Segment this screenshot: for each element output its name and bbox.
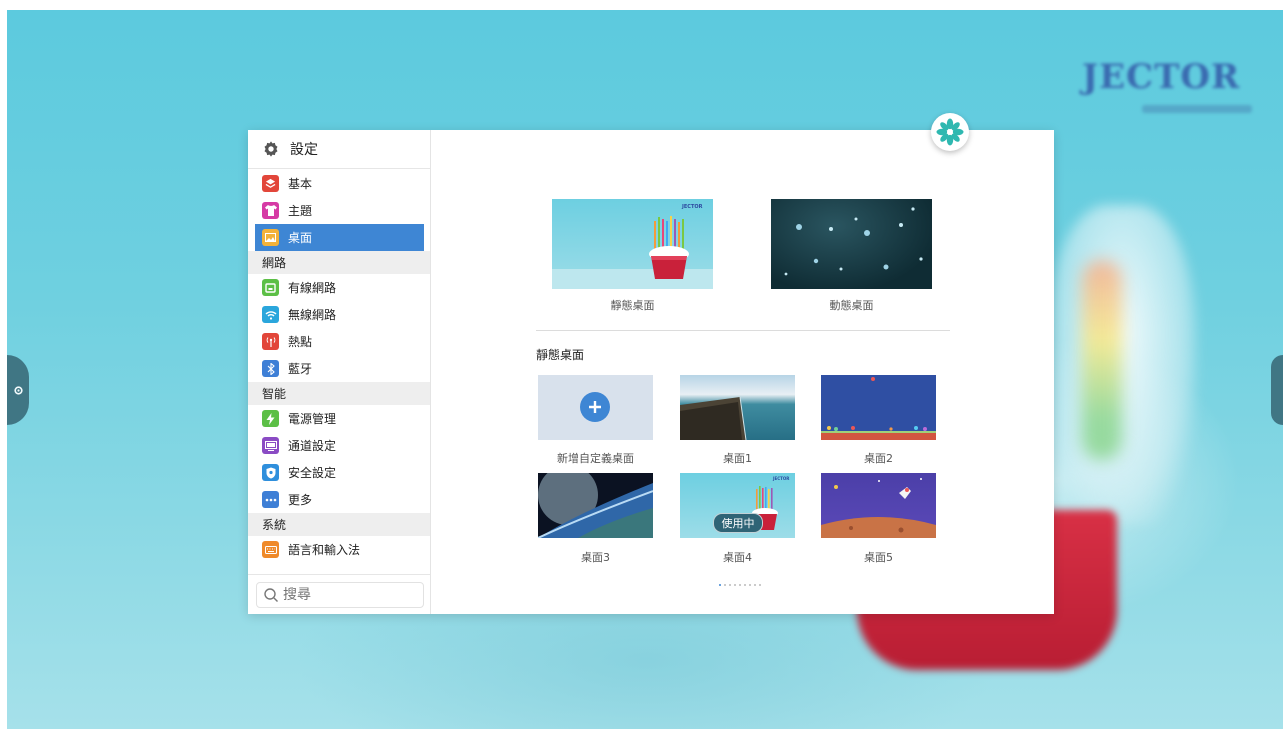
menu-item-power[interactable]: 電源管理	[248, 405, 424, 432]
section-system: 系統	[248, 513, 430, 536]
menu-item-label: 藍牙	[288, 362, 313, 376]
page-indicator	[719, 584, 761, 586]
settings-search[interactable]	[256, 582, 424, 608]
wallpaper-thumb-3[interactable]	[538, 473, 653, 538]
wallpaper-thumb-4[interactable]: JECTOR 使用中	[680, 473, 795, 538]
wifi-icon	[262, 306, 279, 323]
menu-item-bluetooth[interactable]: 藍牙	[248, 355, 424, 382]
page-dot[interactable]	[729, 584, 731, 586]
section-divider	[536, 330, 950, 331]
page-dot[interactable]	[734, 584, 736, 586]
menu-item-label: 有線網路	[288, 281, 337, 295]
menu-item-wireless[interactable]: 無線網路	[248, 301, 424, 328]
add-custom-desktop-button[interactable]	[538, 375, 653, 440]
wallpaper-label-5: 桌面5	[864, 551, 893, 564]
wallpaper-thumb-2[interactable]	[821, 375, 936, 440]
image-icon	[262, 229, 279, 246]
in-use-badge: 使用中	[713, 513, 763, 533]
menu-item-basic[interactable]: 基本	[248, 170, 424, 197]
menu-item-more[interactable]: 更多	[248, 486, 424, 513]
settings-window: 設定 基本 主題 桌面 網路 有線網路 無線網路 熱點 藍牙 智能 電源管理 通…	[248, 130, 1054, 614]
more-icon	[262, 491, 279, 508]
menu-item-security[interactable]: 安全設定	[248, 459, 424, 486]
menu-item-label: 主題	[288, 204, 313, 218]
menu-item-label: 基本	[288, 177, 313, 191]
sidebar-divider	[248, 574, 430, 575]
menu-item-label: 通道設定	[288, 439, 337, 453]
channel-icon	[262, 437, 279, 454]
dynamic-desktop-label: 動態桌面	[829, 299, 874, 312]
static-desktop-option[interactable]: JECTOR	[552, 199, 713, 289]
dynamic-desktop-option[interactable]	[771, 199, 932, 289]
menu-item-label: 電源管理	[288, 412, 337, 426]
add-custom-desktop-label: 新增自定義桌面	[557, 452, 634, 465]
hotspot-icon	[262, 333, 279, 350]
ethernet-icon	[262, 279, 279, 296]
gear-icon	[264, 141, 278, 157]
brand-logo: JECTOR	[1082, 57, 1241, 97]
static-desktop-label: 靜態桌面	[610, 299, 655, 312]
left-side-handle[interactable]	[7, 355, 29, 425]
svg-text:JECTOR: JECTOR	[772, 476, 789, 481]
bluetooth-icon	[262, 360, 279, 377]
brand-logo-subtitle	[1142, 105, 1252, 113]
shirt-icon	[262, 202, 279, 219]
page-dot[interactable]	[754, 584, 756, 586]
page-dot[interactable]	[724, 584, 726, 586]
game-scene-thumbnail	[821, 377, 936, 440]
menu-item-label: 安全設定	[288, 466, 337, 480]
right-side-handle[interactable]	[1271, 355, 1283, 425]
keyboard-icon	[262, 541, 279, 558]
menu-item-desktop[interactable]: 桌面	[255, 224, 424, 251]
floating-app-button[interactable]	[931, 113, 969, 151]
menu-item-label: 更多	[288, 493, 313, 507]
wallpaper-label-1: 桌面1	[723, 452, 752, 465]
coast-thumbnail	[680, 396, 747, 440]
wallpaper-label-2: 桌面2	[864, 452, 893, 465]
wallpaper-label-3: 桌面3	[581, 551, 610, 564]
wallpaper-thumb-1[interactable]	[680, 375, 795, 440]
menu-item-label: 熱點	[288, 335, 313, 349]
section-network: 網路	[248, 251, 430, 274]
settings-menu: 基本 主題 桌面 網路 有線網路 無線網路 熱點 藍牙 智能 電源管理 通道設定…	[248, 170, 430, 563]
menu-item-channel[interactable]: 通道設定	[248, 432, 424, 459]
wallpaper-frosting	[1047, 205, 1197, 525]
page-dot[interactable]	[749, 584, 751, 586]
planet-thumbnail	[538, 473, 653, 538]
gear-icon	[13, 385, 23, 395]
search-icon	[264, 588, 278, 602]
plus-icon	[580, 392, 610, 422]
section-smart: 智能	[248, 382, 430, 405]
space-scene-thumbnail	[821, 478, 936, 538]
shield-icon	[262, 464, 279, 481]
menu-item-hotspot[interactable]: 熱點	[248, 328, 424, 355]
wallpaper-thumb-5[interactable]	[821, 473, 936, 538]
menu-item-label: 桌面	[288, 231, 313, 245]
svg-text:JECTOR: JECTOR	[681, 204, 703, 210]
settings-sidebar: 設定 基本 主題 桌面 網路 有線網路 無線網路 熱點 藍牙 智能 電源管理 通…	[248, 130, 431, 614]
app-logo-icon	[936, 118, 964, 146]
power-icon	[262, 410, 279, 427]
menu-item-theme[interactable]: 主題	[248, 197, 424, 224]
settings-header: 設定	[248, 130, 430, 169]
page-dot[interactable]	[719, 584, 721, 586]
layers-icon	[262, 175, 279, 192]
menu-item-wired[interactable]: 有線網路	[248, 274, 424, 301]
cupcake-thumbnail: JECTOR	[552, 204, 713, 289]
wallpaper-candles	[1082, 260, 1122, 460]
page-dot[interactable]	[759, 584, 761, 586]
menu-item-label: 語言和輸入法	[288, 543, 361, 557]
bubbles-thumbnail	[784, 207, 923, 276]
search-input[interactable]	[283, 587, 413, 603]
wallpaper-label-4: 桌面4	[723, 551, 752, 564]
desktop-panel: JECTOR 靜態桌面 動態桌面 靜態桌面 新增自定義桌面 桌面1 桌面2 桌面…	[431, 130, 1054, 614]
menu-item-label: 無線網路	[288, 308, 337, 322]
page-dot[interactable]	[744, 584, 746, 586]
page-dot[interactable]	[739, 584, 741, 586]
static-section-title: 靜態桌面	[536, 348, 585, 362]
menu-item-language[interactable]: 語言和輸入法	[248, 536, 424, 563]
settings-title: 設定	[290, 142, 318, 158]
